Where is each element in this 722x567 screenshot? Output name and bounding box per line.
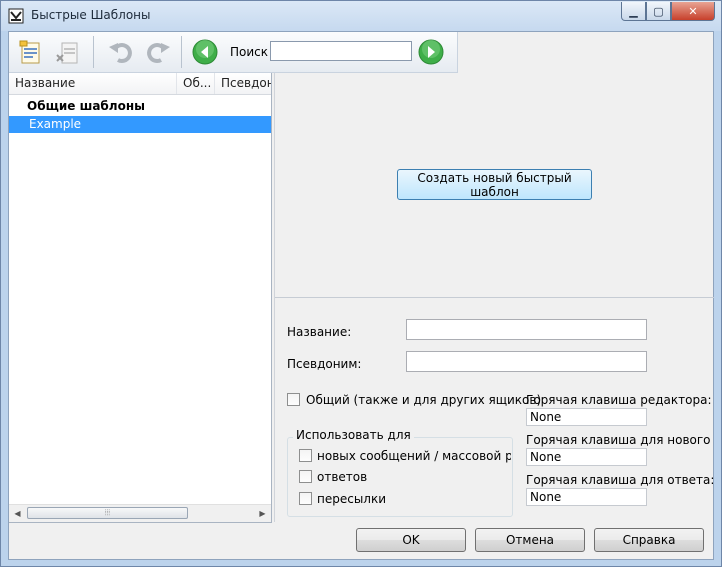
replies-checkbox[interactable] <box>299 470 312 483</box>
app-window: Быстрые Шаблоны ▁ ▢ ✕ Поиск Название Об.… <box>0 0 722 567</box>
search-input[interactable] <box>270 41 412 61</box>
delete-template-icon[interactable] <box>53 37 83 67</box>
back-arrow-icon[interactable] <box>190 37 220 67</box>
reply-hotkey-field[interactable]: None <box>526 488 647 506</box>
horizontal-scrollbar[interactable]: ◀ ⦙⦙⦙ ▶ <box>9 504 271 522</box>
list-item-row[interactable]: Example <box>9 116 271 133</box>
column-header-name[interactable]: Название <box>9 73 177 94</box>
editor-hotkey-label: Горячая клавиша редактора: <box>526 393 712 407</box>
list-header: Название Об... Псевдон <box>9 73 271 95</box>
templates-list[interactable]: Название Об... Псевдон Общие шаблоны Exa… <box>9 73 272 523</box>
new-message-hotkey-label: Горячая клавиша для нового сообщ <box>526 433 714 447</box>
shared-checkbox[interactable] <box>287 393 300 406</box>
create-template-button[interactable]: Создать новый быстрый шаблон <box>397 169 592 200</box>
title-bar[interactable]: Быстрые Шаблоны ▁ ▢ ✕ <box>1 1 721 31</box>
close-button[interactable]: ✕ <box>671 2 715 21</box>
minimize-button[interactable]: ▁ <box>621 2 646 21</box>
column-header-alias[interactable]: Псевдон <box>215 73 271 94</box>
name-label: Название: <box>287 325 352 339</box>
alias-label: Псевдоним: <box>287 357 362 371</box>
alias-field[interactable] <box>406 351 647 372</box>
list-group-row[interactable]: Общие шаблоны <box>9 98 271 115</box>
scroll-left-icon[interactable]: ◀ <box>9 505 26 522</box>
window-title: Быстрые Шаблоны <box>31 8 151 22</box>
maximize-button[interactable]: ▢ <box>646 2 671 21</box>
redo-icon[interactable] <box>143 37 173 67</box>
forwards-checkbox[interactable] <box>299 492 312 505</box>
forwards-label: пересылки <box>317 492 387 506</box>
dialog-client: Поиск Название Об... Псевдон Общие шабло… <box>8 31 714 560</box>
search-label: Поиск <box>230 45 269 59</box>
reply-hotkey-label: Горячая клавиша для ответа: <box>526 473 714 487</box>
new-template-icon[interactable] <box>15 37 45 67</box>
use-for-title: Использовать для <box>293 428 414 442</box>
scroll-right-icon[interactable]: ▶ <box>254 505 271 522</box>
new-messages-label: новых сообщений / массовой расс <box>317 449 511 463</box>
shared-checkbox-label: Общий (также и для других ящиков) <box>306 393 542 407</box>
forward-arrow-icon[interactable] <box>416 37 446 67</box>
column-header-shared[interactable]: Об... <box>177 73 215 94</box>
new-message-hotkey-field[interactable]: None <box>526 448 647 466</box>
new-messages-checkbox[interactable] <box>299 449 312 462</box>
scroll-thumb[interactable]: ⦙⦙⦙ <box>27 507 188 519</box>
toolbar: Поиск <box>9 32 458 73</box>
replies-label: ответов <box>317 470 368 484</box>
group-label: Общие шаблоны <box>27 99 145 113</box>
item-label: Example <box>29 117 82 131</box>
undo-icon[interactable] <box>106 37 136 67</box>
template-editor: Создать новый быстрый шаблон Название: П… <box>274 73 714 522</box>
divider <box>275 297 714 298</box>
app-icon <box>8 8 24 24</box>
help-button[interactable]: Справка <box>594 528 704 552</box>
editor-hotkey-field[interactable]: None <box>526 408 647 426</box>
ok-button[interactable]: OK <box>356 528 466 552</box>
name-field[interactable] <box>406 319 647 340</box>
cancel-button[interactable]: Отмена <box>475 528 585 552</box>
